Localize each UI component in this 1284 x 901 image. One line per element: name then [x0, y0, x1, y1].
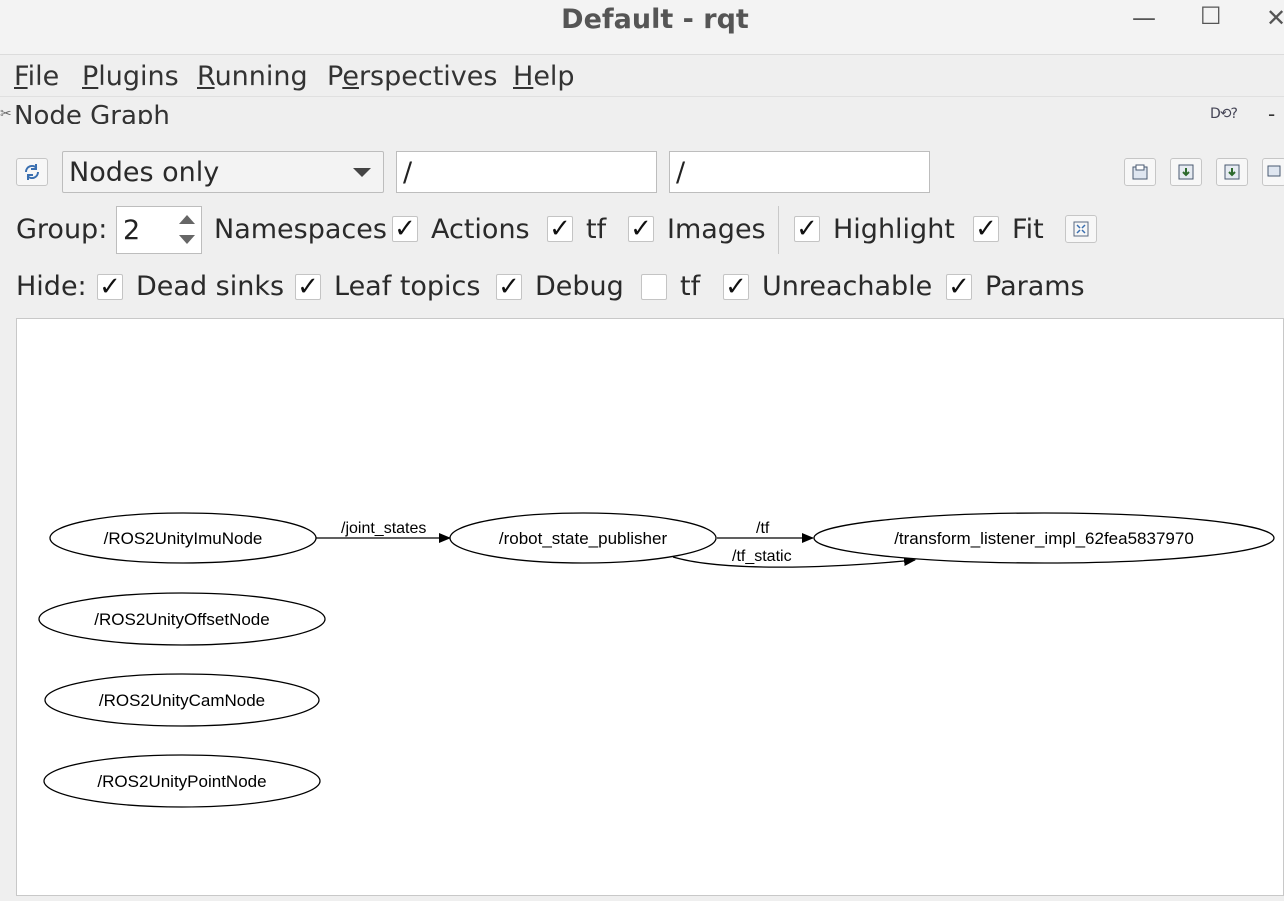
group-tf-checkbox[interactable]: ✓ [628, 216, 654, 242]
save-image-icon [1267, 165, 1281, 177]
refresh-button[interactable] [16, 158, 48, 186]
menu-running[interactable]: Running [197, 61, 308, 92]
save-svg-icon [1224, 164, 1240, 180]
node-ros2-unity-imu[interactable]: /ROS2UnityImuNode [49, 512, 317, 564]
node-filter-input[interactable] [397, 152, 656, 192]
group-label: Group: [16, 214, 108, 245]
hide-tf-label: tf [680, 271, 701, 302]
menu-help-mnemonic: H [513, 61, 534, 92]
group-actions-checkbox[interactable]: ✓ [547, 216, 573, 242]
node-label: /ROS2UnityCamNode [99, 691, 265, 710]
chevron-down-icon [353, 168, 371, 177]
menu-plugins-mnemonic: P [82, 61, 99, 92]
fit-in-view-button[interactable] [1065, 215, 1097, 243]
hide-debug-checkbox[interactable]: ✓ [496, 274, 522, 300]
node-ros2-unity-cam[interactable]: /ROS2UnityCamNode [44, 673, 320, 727]
graph-canvas[interactable]: /joint_states /tf /tf_static /ROS2UnityI… [16, 318, 1284, 896]
toolbar-separator [778, 206, 779, 254]
group-namespaces-label: Namespaces [214, 214, 387, 245]
node-ros2-unity-point[interactable]: /ROS2UnityPointNode [43, 754, 321, 808]
dock-titlebar: ✂ Node Graph D⟲? - [0, 100, 1284, 124]
dock-close-icon[interactable]: - [1268, 102, 1275, 124]
save-dot-icon [1178, 164, 1194, 180]
edge-tf[interactable]: /tf [717, 520, 814, 543]
spin-up-icon[interactable] [179, 215, 195, 224]
menu-running-rest: unning [214, 61, 308, 92]
edge-tf-label: /tf [756, 520, 770, 537]
save-svg-button[interactable] [1216, 158, 1248, 186]
topic-filter-field[interactable] [669, 151, 930, 193]
hide-params-checkbox[interactable]: ✓ [946, 274, 972, 300]
menu-bar: File Plugins Running Perspectives Help [0, 56, 1284, 97]
dock-grip-icon[interactable]: ✂ [0, 106, 12, 122]
node-label: /transform_listener_impl_62fea5837970 [894, 529, 1194, 548]
topic-filter-input[interactable] [670, 152, 929, 192]
load-dot-icon [1132, 164, 1148, 180]
hide-tf-checkbox[interactable] [641, 274, 667, 300]
menu-file[interactable]: File [14, 61, 59, 92]
menu-perspectives-rest: rspectives [358, 61, 498, 92]
edge-tf-static-line [672, 556, 916, 568]
group-namespaces-checkbox[interactable]: ✓ [392, 216, 418, 242]
save-dot-button[interactable] [1170, 158, 1202, 186]
menu-plugins-rest: lugins [98, 61, 179, 92]
edge-joint-states[interactable]: /joint_states [316, 520, 451, 543]
hide-dead-sinks-checkbox[interactable]: ✓ [97, 274, 123, 300]
node-label: /ROS2UnityImuNode [104, 529, 263, 548]
hide-unreachable-checkbox[interactable]: ✓ [723, 274, 749, 300]
highlight-label: Highlight [833, 214, 955, 245]
menu-file-mnemonic: F [14, 61, 28, 92]
window-titlebar: Default - rqt — ☐ ✕ [0, 0, 1284, 55]
highlight-checkbox[interactable]: ✓ [794, 216, 820, 242]
close-button[interactable]: ✕ [1266, 4, 1284, 32]
menu-help-rest: elp [533, 61, 575, 92]
menu-plugins[interactable]: Plugins [82, 61, 179, 92]
window-title: Default - rqt [561, 4, 749, 35]
group-actions-label: Actions [431, 214, 530, 245]
maximize-button[interactable]: ☐ [1200, 2, 1222, 30]
hide-leaf-topics-checkbox[interactable]: ✓ [295, 274, 321, 300]
menu-perspectives[interactable]: Perspectives [327, 61, 497, 92]
edge-joint-states-label: /joint_states [341, 520, 426, 537]
group-spinbox[interactable]: 2 [116, 206, 202, 254]
fit-label: Fit [1012, 214, 1044, 245]
hide-leaf-topics-label: Leaf topics [334, 271, 481, 302]
node-ros2-unity-offset[interactable]: /ROS2UnityOffsetNode [38, 592, 326, 646]
graph-type-select[interactable]: Nodes only [62, 151, 384, 193]
menu-help[interactable]: Help [513, 61, 575, 92]
hide-params-label: Params [985, 271, 1085, 302]
node-filter-field[interactable] [396, 151, 657, 193]
refresh-icon [24, 164, 40, 180]
group-value: 2 [123, 215, 141, 246]
graph-type-value: Nodes only [69, 157, 220, 188]
graph-svg: /joint_states /tf /tf_static /ROS2UnityI… [38, 512, 1275, 808]
menu-perspectives-pre: P [327, 61, 343, 92]
node-label: /ROS2UnityPointNode [97, 772, 266, 791]
hide-label: Hide: [16, 271, 87, 302]
fit-in-view-icon [1073, 221, 1089, 237]
menu-running-mnemonic: R [197, 61, 215, 92]
node-robot-state-publisher[interactable]: /robot_state_publisher [449, 512, 717, 564]
save-image-button[interactable] [1262, 158, 1284, 186]
menu-perspectives-mnemonic: e [342, 61, 359, 92]
node-label: /robot_state_publisher [499, 529, 668, 548]
group-tf-label: tf [586, 214, 607, 245]
node-label: /ROS2UnityOffsetNode [94, 610, 269, 629]
menu-file-rest: ile [27, 61, 60, 92]
minimize-button[interactable]: — [1132, 4, 1156, 32]
group-images-label: Images [667, 214, 766, 245]
fit-checkbox[interactable]: ✓ [973, 216, 999, 242]
hide-debug-label: Debug [535, 271, 624, 302]
hide-dead-sinks-label: Dead sinks [136, 271, 285, 302]
edge-tf-static-label: /tf_static [732, 548, 792, 565]
load-dot-button[interactable] [1124, 158, 1156, 186]
node-transform-listener[interactable]: /transform_listener_impl_62fea5837970 [813, 512, 1275, 564]
dock-title: Node Graph [14, 101, 170, 124]
spin-down-icon[interactable] [179, 235, 195, 244]
dock-help-reload-icons[interactable]: D⟲? [1210, 106, 1238, 122]
hide-unreachable-label: Unreachable [762, 271, 933, 302]
